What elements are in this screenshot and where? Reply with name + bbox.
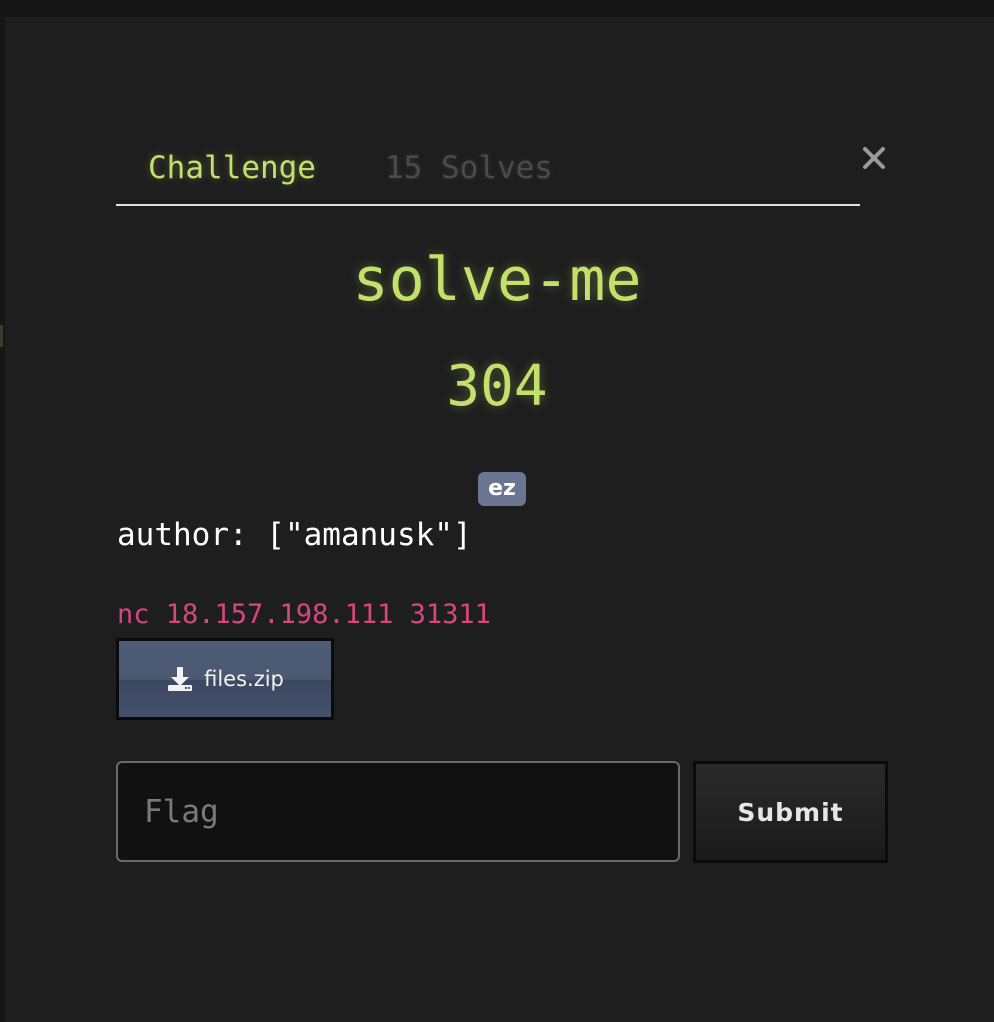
- flag-input[interactable]: [116, 761, 680, 862]
- challenge-value: 304: [446, 354, 548, 419]
- file-name: files.zip: [204, 667, 284, 691]
- submit-button[interactable]: Submit: [693, 761, 888, 863]
- close-button[interactable]: [856, 140, 892, 176]
- connection-info: nc 18.157.198.111 31311: [117, 599, 491, 630]
- challenge-name: solve-me: [352, 245, 642, 315]
- download-file-button[interactable]: files.zip: [116, 638, 334, 720]
- modal-tabs: Challenge 15 Solves: [116, 140, 860, 206]
- download-icon: [168, 667, 193, 691]
- tab-solves[interactable]: 15 Solves: [385, 148, 553, 188]
- close-x-icon: [863, 147, 885, 169]
- submit-label: Submit: [696, 764, 885, 860]
- background-edge: [0, 325, 3, 347]
- tab-challenge[interactable]: Challenge: [148, 148, 316, 188]
- challenge-description: author: ["amanusk"]: [117, 517, 472, 553]
- challenge-tag: ez: [478, 472, 526, 506]
